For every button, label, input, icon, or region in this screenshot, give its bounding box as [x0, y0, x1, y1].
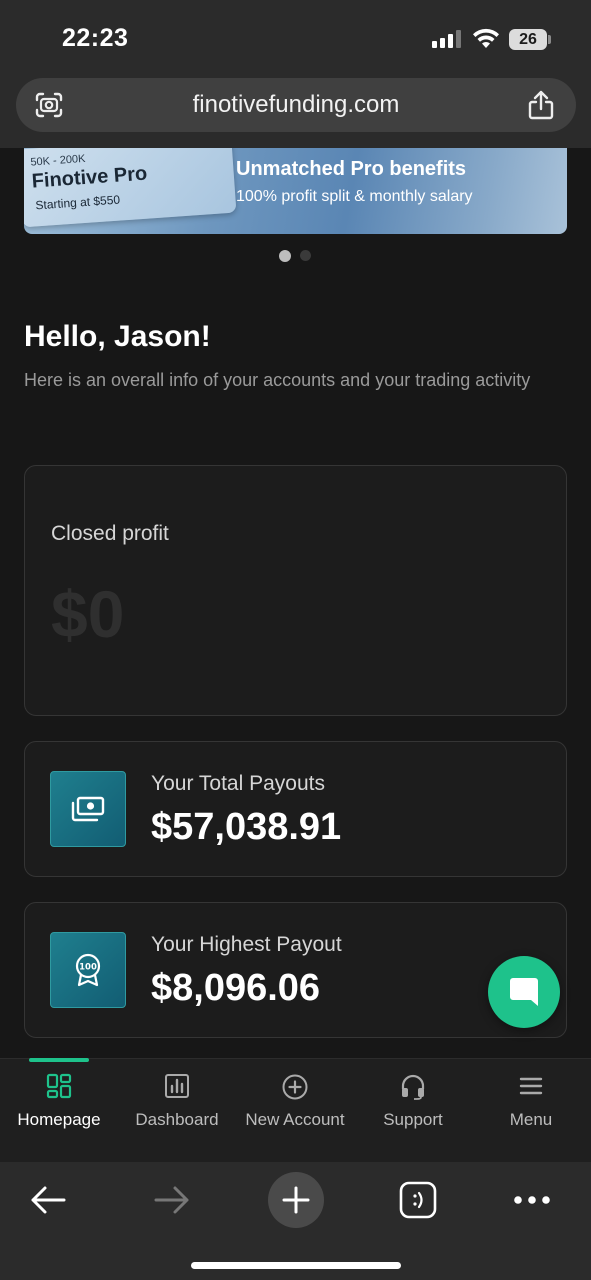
chat-button[interactable]	[488, 956, 560, 1028]
active-indicator	[29, 1058, 89, 1062]
plus-icon	[282, 1186, 310, 1214]
forward-button[interactable]	[150, 1172, 194, 1228]
highest-payout-card: 100 Your Highest Payout $8,096.06	[24, 902, 567, 1038]
battery-icon: 26	[509, 29, 547, 50]
closed-profit-label: Closed profit	[51, 522, 169, 545]
carousel-dot[interactable]	[279, 250, 291, 262]
banner-card-price: Starting at $550	[34, 192, 121, 213]
browser-url-area: finotivefunding.com	[0, 78, 591, 148]
nav-label: Menu	[509, 1110, 553, 1129]
highest-payout-label: Your Highest Payout	[151, 933, 342, 956]
highest-payout-value: $8,096.06	[151, 967, 321, 1009]
chat-bubble-icon	[510, 978, 538, 1006]
signal-icon	[432, 30, 462, 48]
battery-tip	[548, 35, 551, 44]
url-bar[interactable]: finotivefunding.com	[16, 78, 576, 132]
closed-profit-value: $0	[51, 577, 125, 651]
svg-text:100: 100	[79, 963, 97, 973]
page-subtitle: Here is an overall info of your accounts…	[24, 370, 531, 390]
carousel-dot[interactable]	[300, 250, 311, 261]
banner-subline: 100% profit split & monthly salary	[236, 188, 473, 205]
arrow-left-icon	[31, 1186, 66, 1214]
tabs-button[interactable]	[398, 1172, 438, 1228]
more-button[interactable]	[512, 1172, 552, 1228]
status-bar: 22:23 26	[0, 0, 591, 78]
total-payouts-value: $57,038.91	[151, 806, 342, 848]
nav-item-menu[interactable]: Menu	[472, 1059, 590, 1163]
banner-headline: Unmatched Pro benefits	[236, 158, 467, 180]
nav-item-support[interactable]: Support	[354, 1059, 472, 1163]
more-dots-icon	[514, 1196, 550, 1204]
promo-banner[interactable]: 50K - 200K Finotive Pro Starting at $550…	[24, 148, 567, 234]
total-payouts-card: Your Total Payouts $57,038.91	[24, 741, 567, 877]
total-payouts-label: Your Total Payouts	[151, 772, 325, 795]
arrow-right-icon	[154, 1186, 189, 1214]
url-text[interactable]: finotivefunding.com	[16, 91, 576, 119]
app-bottom-nav: Homepage Dashboard New Account Support M…	[0, 1058, 591, 1162]
back-button[interactable]	[26, 1172, 70, 1228]
browser-toolbar	[0, 1162, 591, 1280]
share-icon[interactable]	[528, 90, 554, 120]
grid-icon	[46, 1073, 72, 1099]
bar-chart-icon	[165, 1074, 189, 1098]
headset-icon	[401, 1074, 425, 1100]
hamburger-icon	[519, 1077, 543, 1095]
page-title: Hello, Jason!	[24, 320, 211, 353]
closed-profit-card: Closed profit $0	[24, 465, 567, 716]
tabs-icon	[399, 1181, 437, 1219]
new-tab-button[interactable]	[268, 1172, 324, 1228]
nav-item-homepage[interactable]: Homepage	[0, 1058, 118, 1163]
status-time: 22:23	[62, 24, 129, 52]
banner-card-range: 50K - 200K	[30, 152, 86, 169]
plus-circle-icon	[282, 1074, 308, 1100]
wifi-icon	[473, 28, 499, 48]
nav-item-dashboard[interactable]: Dashboard	[118, 1059, 236, 1163]
money-icon	[50, 771, 126, 847]
banner-product-card: 50K - 200K Finotive Pro Starting at $550	[24, 148, 237, 228]
badge-100-icon: 100	[50, 932, 126, 1008]
home-indicator	[191, 1262, 401, 1269]
nav-item-new-account[interactable]: New Account	[236, 1059, 354, 1163]
